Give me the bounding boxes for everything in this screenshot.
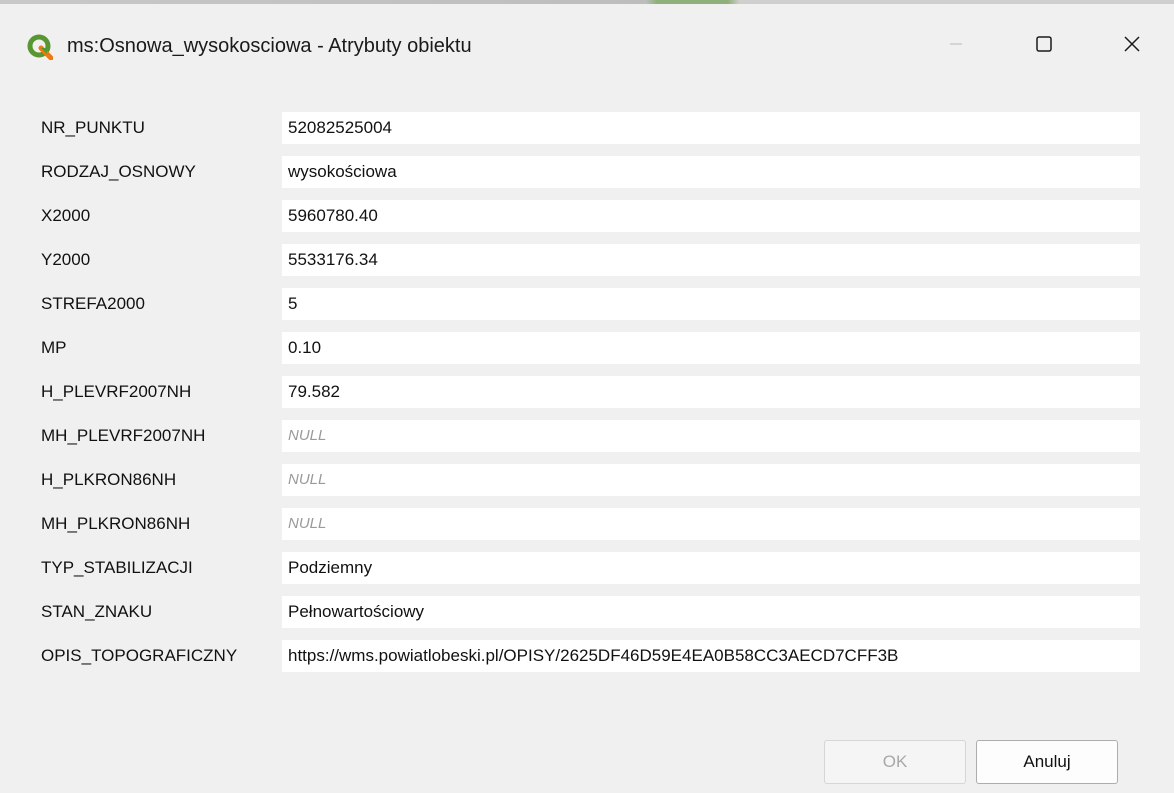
cancel-button[interactable]: Anuluj (976, 740, 1118, 784)
attribute-field[interactable]: 5533176.34 (282, 244, 1140, 276)
maximize-button[interactable] (998, 12, 1090, 80)
attributes-dialog: ms:Osnowa_wysokosciowa - Atrybuty obiekt… (0, 4, 1174, 793)
attribute-field[interactable]: https://wms.powiatlobeski.pl/OPISY/2625D… (282, 640, 1140, 672)
attribute-label: H_PLKRON86NH (41, 470, 177, 489)
attribute-field[interactable]: 5 (282, 288, 1140, 320)
attribute-label: OPIS_TOPOGRAFICZNY (41, 646, 238, 665)
attribute-label: TYP_STABILIZACJI (41, 558, 193, 577)
attribute-field-null[interactable]: NULL (282, 464, 1140, 496)
attribute-label: STREFA2000 (41, 294, 145, 313)
minimize-button[interactable] (910, 12, 1002, 80)
attribute-field[interactable]: 5960780.40 (282, 200, 1140, 232)
close-icon (1123, 35, 1141, 58)
attribute-field[interactable]: 0.10 (282, 332, 1140, 364)
qgis-icon (27, 34, 54, 61)
minimize-icon (948, 36, 964, 57)
attribute-field[interactable]: Pełnowartościowy (282, 596, 1140, 628)
attribute-field[interactable]: 79.582 (282, 376, 1140, 408)
attribute-label: NR_PUNKTU (41, 118, 145, 137)
maximize-icon (1035, 35, 1053, 58)
attribute-label: MH_PLKRON86NH (41, 514, 191, 533)
close-button[interactable] (1086, 12, 1174, 80)
attribute-label: MP (41, 338, 67, 357)
attribute-field[interactable]: Podziemny (282, 552, 1140, 584)
attribute-label: STAN_ZNAKU (41, 602, 153, 621)
attribute-label: Y2000 (41, 250, 91, 269)
title-bar[interactable]: ms:Osnowa_wysokosciowa - Atrybuty obiekt… (0, 4, 1174, 80)
window-title: ms:Osnowa_wysokosciowa - Atrybuty obiekt… (67, 35, 472, 57)
ok-button[interactable]: OK (824, 740, 966, 784)
attribute-label: RODZAJ_OSNOWY (41, 162, 196, 181)
attribute-field[interactable]: 52082525004 (282, 112, 1140, 144)
attribute-label: X2000 (41, 206, 91, 225)
attribute-field[interactable]: wysokościowa (282, 156, 1140, 188)
attribute-field-null[interactable]: NULL (282, 508, 1140, 540)
attribute-field-null[interactable]: NULL (282, 420, 1140, 452)
attribute-label: MH_PLEVRF2007NH (41, 426, 206, 445)
attribute-label: H_PLEVRF2007NH (41, 382, 192, 401)
